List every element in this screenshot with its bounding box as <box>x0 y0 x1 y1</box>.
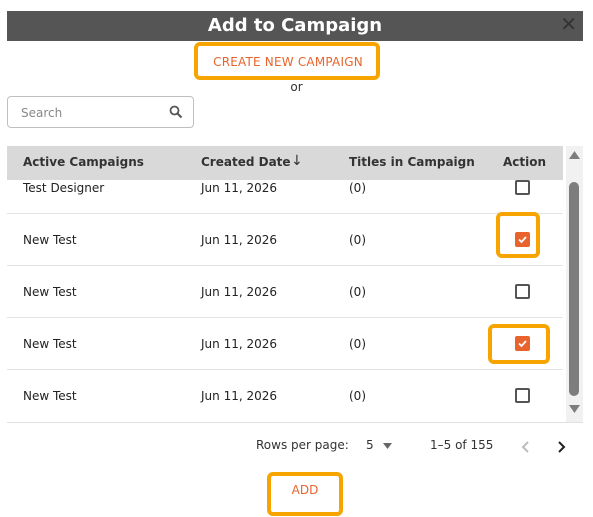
table-row: New Test Jun 11, 2026 (0) <box>7 318 563 370</box>
titles-count: (0) <box>349 337 366 351</box>
search-input[interactable]: Search <box>7 96 194 128</box>
campaign-name: New Test <box>23 285 77 299</box>
created-date: Jun 11, 2026 <box>201 233 278 247</box>
scroll-down-icon[interactable] <box>568 404 581 414</box>
row-checkbox[interactable] <box>515 180 530 195</box>
checkbox-highlight <box>488 324 550 364</box>
search-placeholder: Search <box>21 106 63 120</box>
next-page-icon[interactable] <box>556 440 566 454</box>
created-date: Jun 11, 2026 <box>201 285 278 299</box>
table-row: Test Designer Jun 11, 2026 (0) <box>7 162 563 214</box>
close-icon[interactable]: ✕ <box>560 13 577 35</box>
campaign-name: New Test <box>23 337 77 351</box>
titles-count: (0) <box>349 181 366 195</box>
dialog-titlebar: Add to Campaign ✕ <box>7 11 583 41</box>
search-icon[interactable] <box>169 105 183 119</box>
scrollbar-thumb[interactable] <box>569 182 579 396</box>
create-new-campaign-button[interactable]: CREATE NEW CAMPAIGN <box>200 47 376 77</box>
titles-count: (0) <box>349 233 366 247</box>
table-row: New Test Jun 11, 2026 (0) <box>7 266 563 318</box>
created-date: Jun 11, 2026 <box>201 337 278 351</box>
rows-per-page-label: Rows per page: <box>256 438 349 452</box>
created-date: Jun 11, 2026 <box>201 181 278 195</box>
scroll-up-icon[interactable] <box>568 150 581 160</box>
campaign-table: Active Campaigns Created Date ↓ Titles i… <box>7 146 583 423</box>
table-row: New Test Jun 11, 2026 (0) <box>7 370 563 422</box>
pagination-range: 1–5 of 155 <box>430 438 494 452</box>
prev-page-icon[interactable] <box>521 440 531 454</box>
table-row: New Test Jun 11, 2026 (0) <box>7 214 563 266</box>
titles-count: (0) <box>349 389 366 403</box>
created-date: Jun 11, 2026 <box>201 389 278 403</box>
campaign-name: New Test <box>23 233 77 247</box>
titles-count: (0) <box>349 285 366 299</box>
row-checkbox[interactable] <box>515 388 530 403</box>
add-button[interactable]: ADD <box>270 474 340 514</box>
campaign-name: New Test <box>23 389 77 403</box>
row-checkbox[interactable] <box>515 284 530 299</box>
rows-per-page-select[interactable]: 5 <box>366 438 393 452</box>
rows-per-page-value: 5 <box>366 438 374 452</box>
or-separator: or <box>290 80 303 94</box>
table-scrollbar[interactable] <box>566 146 583 422</box>
campaign-name: Test Designer <box>23 181 105 195</box>
dialog-title: Add to Campaign <box>207 15 383 36</box>
dropdown-caret-icon <box>383 442 393 449</box>
checkbox-highlight <box>496 212 540 258</box>
